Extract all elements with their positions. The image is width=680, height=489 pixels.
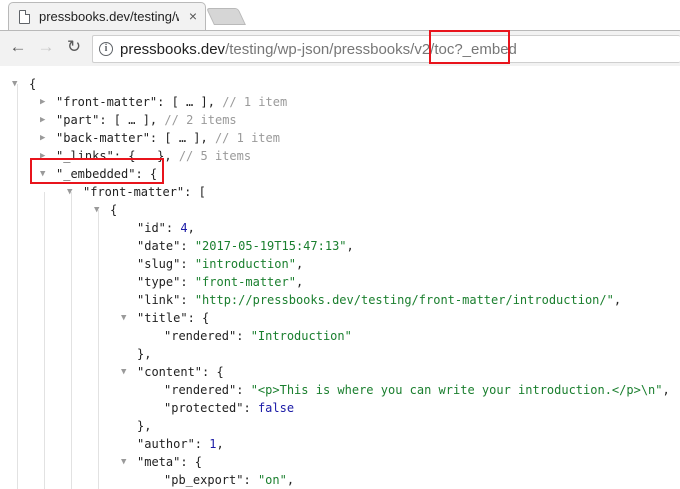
brace: }, (137, 347, 152, 361)
json-line: "part": [ … ], // 2 items (56, 111, 237, 129)
json-line: { (29, 75, 36, 93)
expand-triangle-icon[interactable]: ▶ (40, 129, 45, 147)
item-count-comment: // 1 item (222, 95, 288, 109)
document-icon (19, 9, 30, 24)
url-highlight-box (429, 30, 510, 64)
expand-triangle-icon[interactable]: ▶ (40, 93, 45, 111)
embedded-highlight-box (30, 158, 164, 184)
json-line: "content": { (137, 363, 224, 381)
tab-strip: pressbooks.dev/testing/w × (0, 0, 680, 30)
json-line: "front-matter": [ (83, 183, 206, 201)
url-host: pressbooks.dev (120, 40, 226, 58)
json-line: "author": 1, (137, 437, 224, 451)
json-line: }, (137, 345, 151, 363)
indent-guide (17, 84, 18, 489)
json-key: "slug" (137, 257, 181, 271)
json-string: "on" (257, 473, 287, 487)
json-string-link[interactable]: "http://pressbooks.dev/testing/front-mat… (195, 293, 614, 307)
json-boolean: false (257, 401, 295, 415)
info-icon[interactable]: i (99, 42, 113, 56)
json-string: "Introduction" (250, 329, 352, 343)
json-key: "front-matter" (56, 95, 158, 109)
indent-guide (98, 210, 99, 489)
json-line: "pb_export": "on", (164, 473, 295, 487)
json-string: "introduction" (194, 257, 296, 271)
tab-title: pressbooks.dev/testing/w (39, 9, 179, 24)
json-key: "part" (56, 113, 100, 127)
json-line: "protected": false (164, 401, 295, 415)
json-line: }, (137, 417, 151, 435)
collapse-triangle-icon[interactable]: ▼ (12, 75, 17, 93)
json-line: "id": 4, (137, 221, 195, 235)
json-line: "type": "front-matter", (137, 275, 304, 289)
address-bar[interactable]: i pressbooks.dev/testing/wp-json/pressbo… (92, 35, 680, 63)
collapse-triangle-icon[interactable]: ▼ (94, 201, 99, 219)
json-line: "rendered": "Introduction" (164, 329, 352, 343)
expand-triangle-icon[interactable]: ▶ (40, 111, 45, 129)
brace: }, (137, 419, 152, 433)
json-key: "pb_export" (164, 473, 244, 487)
json-key: "content" (137, 365, 203, 379)
json-line: "title": { (137, 309, 209, 327)
json-viewer: ▼ { ▶ "front-matter": [ … ], // 1 item ▶… (0, 66, 680, 489)
json-line: "front-matter": [ … ], // 1 item (56, 93, 287, 111)
indent-guide (44, 192, 45, 489)
close-icon[interactable]: × (189, 8, 197, 24)
collapsed-value[interactable]: : [ … ], (157, 95, 222, 109)
forward-arrow-icon[interactable]: → (34, 35, 58, 59)
json-key: "date" (137, 239, 181, 253)
json-line: "link": "http://pressbooks.dev/testing/f… (137, 293, 622, 307)
json-line: "meta": { (137, 453, 202, 471)
collapse-triangle-icon[interactable]: ▼ (121, 363, 126, 381)
collapse-triangle-icon[interactable]: ▼ (121, 453, 126, 471)
json-key: "back-matter" (56, 131, 150, 145)
brace: : { (202, 365, 224, 379)
brace: : { (187, 311, 210, 325)
item-count-comment: // 5 items (178, 149, 252, 163)
collapse-triangle-icon[interactable]: ▼ (121, 309, 126, 327)
collapsed-value[interactable]: : [ … ], (99, 113, 164, 127)
json-key: "front-matter" (83, 185, 185, 199)
json-key: "protected" (164, 401, 244, 415)
back-arrow-icon[interactable]: ← (6, 35, 30, 59)
json-key: "id" (137, 221, 166, 235)
json-key: "rendered" (164, 383, 237, 397)
json-key: "type" (137, 275, 181, 289)
brace: : { (180, 455, 203, 469)
json-line: "back-matter": [ … ], // 1 item (56, 129, 280, 147)
json-line: { (110, 201, 117, 219)
item-count-comment: // 2 items (164, 113, 237, 127)
browser-toolbar: ← → ↻ i pressbooks.dev/testing/wp-json/p… (0, 30, 680, 66)
json-key: "author" (137, 437, 195, 451)
collapse-triangle-icon[interactable]: ▼ (67, 183, 72, 201)
json-string: "front-matter" (194, 275, 296, 289)
browser-tab[interactable]: pressbooks.dev/testing/w × (8, 2, 206, 30)
brace: { (110, 203, 118, 217)
reload-icon[interactable]: ↻ (62, 35, 86, 59)
json-line: "date": "2017-05-19T15:47:13", (137, 239, 354, 253)
bracket: : [ (184, 185, 206, 199)
json-line: "rendered": "<p>This is where you can wr… (164, 383, 670, 397)
json-key: "meta" (137, 455, 181, 469)
json-key: "rendered" (164, 329, 237, 343)
json-string: "<p>This is where you can write your int… (250, 383, 663, 397)
collapsed-value[interactable]: : [ … ], (150, 131, 215, 145)
json-line: "slug": "introduction", (137, 257, 304, 271)
json-key: "title" (137, 311, 188, 325)
indent-guide (71, 192, 72, 489)
json-key: "link" (137, 293, 181, 307)
json-string: "2017-05-19T15:47:13" (194, 239, 347, 253)
brace: { (29, 77, 37, 91)
json-number: 4 (180, 221, 188, 235)
item-count-comment: // 1 item (214, 131, 280, 145)
new-tab-button[interactable] (206, 8, 246, 25)
